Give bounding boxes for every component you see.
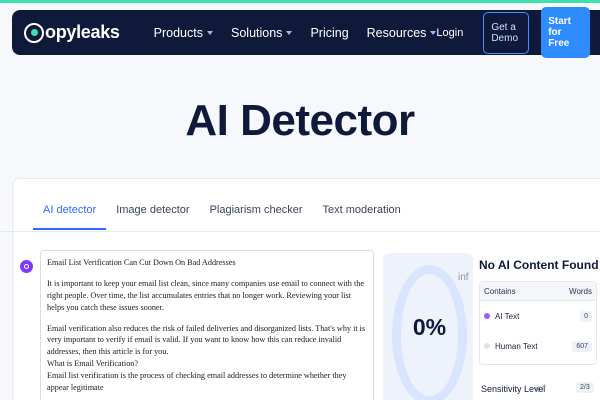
menu-item-label: Pricing [310, 25, 349, 40]
gauge-inf-label: inf [458, 272, 469, 283]
result-title: No AI Content Found [479, 258, 599, 272]
tab-image-detector[interactable]: Image detector [106, 204, 199, 230]
menu-item-products[interactable]: Products [154, 26, 213, 40]
chevron-down-icon [207, 30, 213, 35]
ai-score-value: 0% [412, 314, 447, 340]
get-demo-button[interactable]: Get a Demo [483, 11, 530, 54]
logo-text: opyleaks [45, 22, 120, 42]
result-breakdown-table: Contains Words AI Text 0 Human Text 607 [479, 281, 597, 365]
editor-subheading: What is Email Verification? [47, 359, 139, 369]
editor-heading: Email List Verification Can Cut Down On … [47, 258, 236, 267]
copyleaks-logo[interactable]: opyleaks [24, 22, 120, 43]
ai-source-icon-inner [24, 264, 29, 269]
result-row-label: AI Text [495, 311, 520, 321]
result-row-human-text: Human Text 607 [480, 331, 596, 361]
result-row-ai-text: AI Text 0 [480, 301, 596, 331]
human-text-dot [484, 343, 490, 349]
tab-plagiarism-checker[interactable]: Plagiarism checker [200, 204, 313, 230]
navbar: opyleaks Products Solutions Pricing Reso… [12, 7, 600, 58]
ai-text-dot [484, 313, 490, 319]
editor-paragraph: It is important to keep your email list … [47, 278, 364, 312]
ai-source-icon[interactable] [20, 260, 33, 273]
tab-text-moderation[interactable]: Text moderation [313, 204, 411, 230]
menu-item-pricing[interactable]: Pricing [310, 26, 348, 40]
menu-item-label: Resources [366, 25, 427, 40]
detector-tabs: AI detector Image detector Plagiarism ch… [33, 204, 411, 230]
tabs-divider [0, 231, 600, 232]
menu-item-label: Solutions [231, 25, 283, 40]
col-contains: Contains [484, 287, 516, 296]
login-link[interactable]: Login [436, 27, 463, 39]
logo-icon [24, 22, 44, 43]
main-menu: Products Solutions Pricing Resources [154, 26, 437, 40]
top-accent-line [0, 0, 600, 3]
menu-item-solutions[interactable]: Solutions [231, 25, 293, 40]
result-row-count: 0 [580, 310, 592, 322]
editor-paragraph: Email list verification is the process o… [47, 371, 347, 393]
editor-paragraph: Email verification also reduces the risk… [47, 323, 366, 357]
sensitivity-inf-label: inf [535, 384, 546, 395]
nav-actions: Login Get a Demo Start for Free [436, 7, 600, 58]
chevron-down-icon [286, 30, 293, 35]
menu-item-label: Products [153, 25, 203, 40]
menu-item-resources[interactable]: Resources [367, 26, 437, 40]
result-row-count: 607 [572, 340, 592, 352]
result-row-label: Human Text [495, 341, 538, 351]
result-table-header: Contains Words [480, 282, 596, 301]
col-words: Words [569, 287, 592, 296]
start-free-button[interactable]: Start for Free [541, 7, 590, 58]
sensitivity-value[interactable]: 2/3 [576, 382, 594, 393]
tab-ai-detector[interactable]: AI detector [33, 204, 107, 230]
text-input-area[interactable]: Email List Verification Can Cut Down On … [40, 250, 374, 400]
page-title: AI Detector [185, 96, 415, 145]
